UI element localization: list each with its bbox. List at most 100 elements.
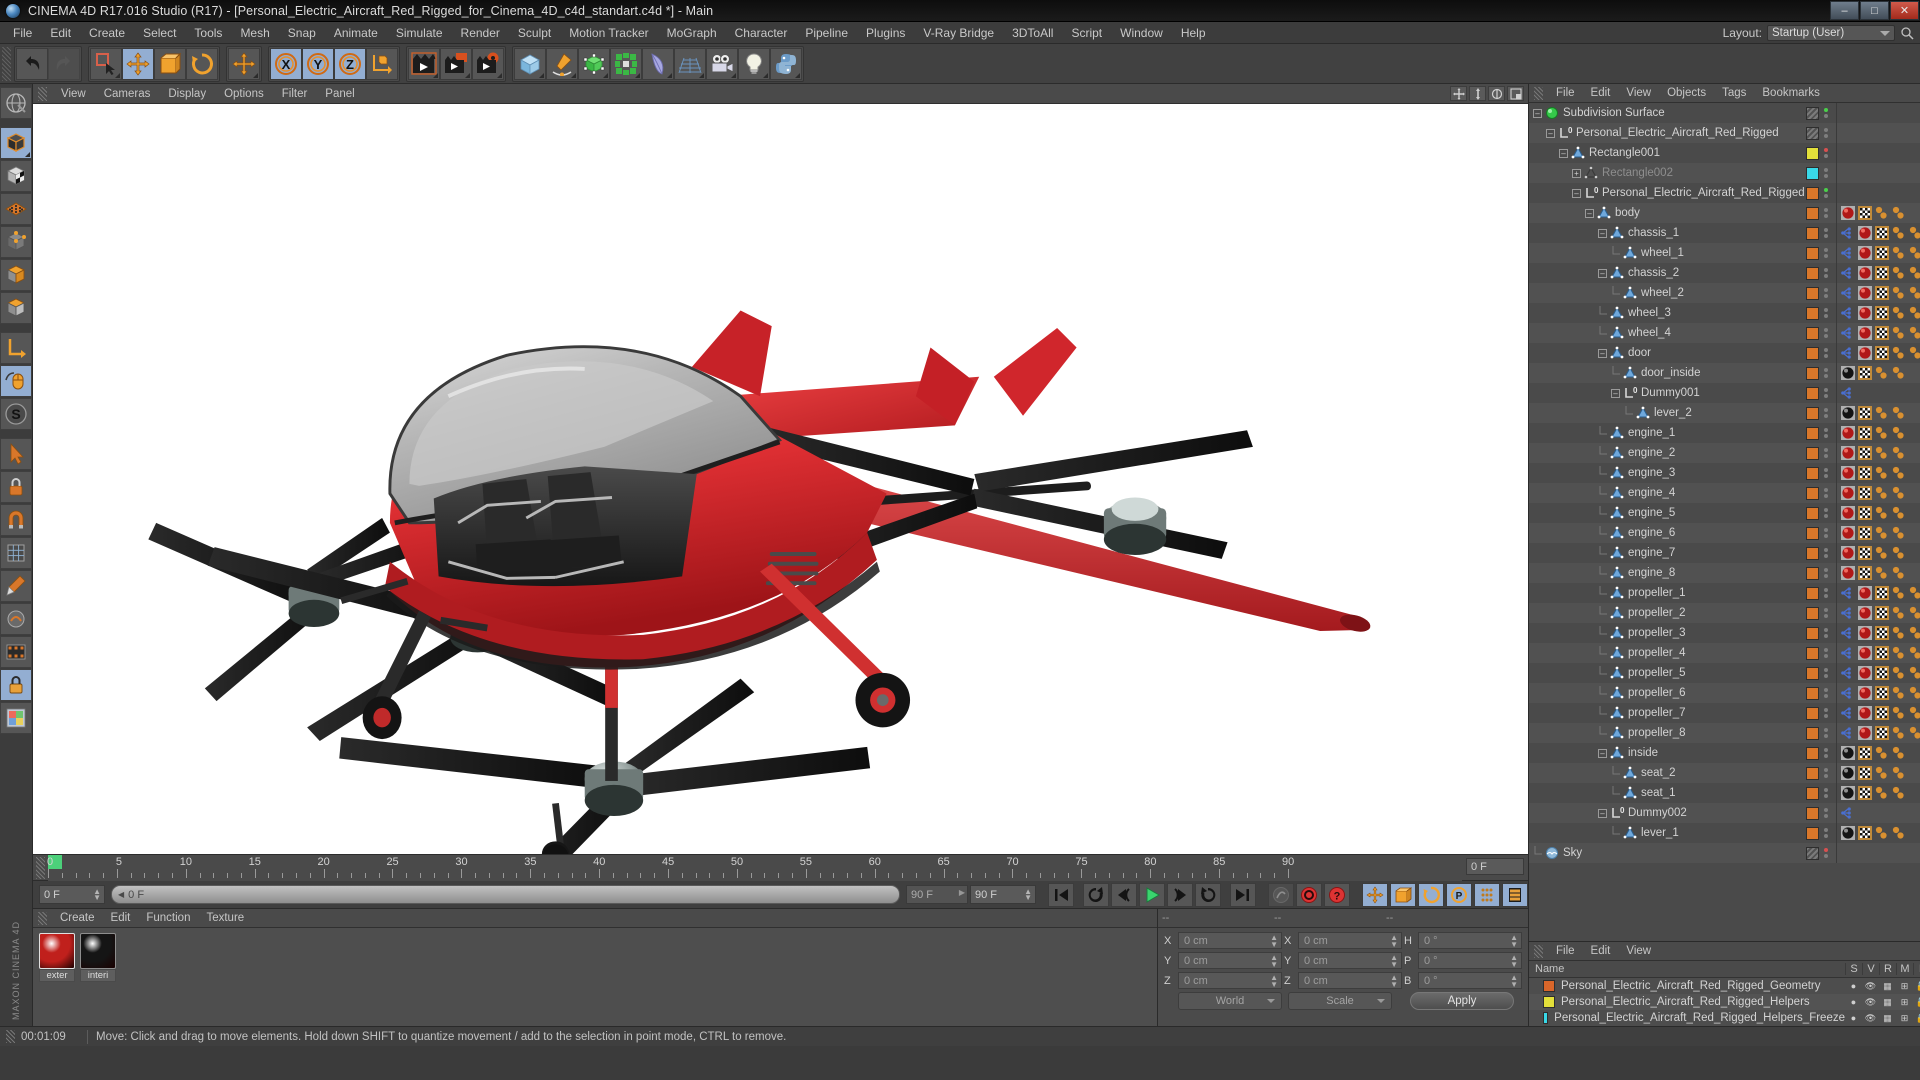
- visibility-dots[interactable]: [1824, 828, 1831, 838]
- checker-texture-tag[interactable]: [1858, 786, 1872, 800]
- red-material-tag[interactable]: [1841, 566, 1855, 580]
- spinner-icon[interactable]: ▲ ▼: [1270, 974, 1278, 989]
- menu-item-plugins[interactable]: Plugins: [857, 24, 914, 42]
- layer-color-chip[interactable]: [1806, 466, 1819, 480]
- material-list[interactable]: exter interi: [33, 928, 1157, 1026]
- phong-tag[interactable]: [1892, 566, 1906, 580]
- object-row[interactable]: engine_2: [1529, 443, 1920, 463]
- constraint-tag[interactable]: [1841, 666, 1855, 680]
- visibility-dots[interactable]: [1824, 348, 1831, 358]
- menu-item-edit[interactable]: Edit: [41, 24, 80, 42]
- layer-color-chip[interactable]: [1806, 546, 1819, 560]
- material-preview-sphere[interactable]: [39, 933, 75, 969]
- visibility-dots[interactable]: [1824, 288, 1831, 298]
- visibility-dots[interactable]: [1824, 588, 1831, 598]
- checker-texture-tag[interactable]: [1875, 606, 1889, 620]
- render-view-button[interactable]: [408, 47, 440, 80]
- collapse-icon[interactable]: –: [1611, 388, 1620, 398]
- lock-open-icon[interactable]: 🔓: [1913, 997, 1920, 1008]
- red-material-tag[interactable]: [1841, 426, 1855, 440]
- phong-tag[interactable]: [1892, 486, 1906, 500]
- layer-color-chip[interactable]: [1806, 366, 1819, 380]
- phong-tag[interactable]: [1909, 266, 1920, 280]
- spinner-icon[interactable]: ▲ ▼: [1270, 934, 1278, 949]
- viewport-solo-button[interactable]: [0, 438, 32, 470]
- object-menu-tags[interactable]: Tags: [1714, 87, 1754, 99]
- x-axis-lock-button[interactable]: X: [270, 47, 302, 80]
- red-material-tag[interactable]: [1858, 726, 1872, 740]
- size-mode-dropdown[interactable]: Scale: [1288, 992, 1392, 1010]
- phong-tag[interactable]: [1892, 786, 1906, 800]
- collapse-icon[interactable]: –: [1598, 348, 1607, 358]
- object-row[interactable]: engine_3: [1529, 463, 1920, 483]
- layer-color-chip[interactable]: [1806, 306, 1819, 320]
- constraint-tag[interactable]: [1841, 646, 1855, 660]
- undo-button[interactable]: [16, 47, 48, 80]
- layer-color-chip[interactable]: [1806, 326, 1819, 340]
- checker-texture-tag[interactable]: [1875, 346, 1889, 360]
- checker-texture-tag[interactable]: [1858, 446, 1872, 460]
- spinner-icon[interactable]: ▲ ▼: [1510, 974, 1518, 989]
- layer-column-m[interactable]: M: [1896, 963, 1913, 975]
- add-deformer-button[interactable]: [642, 47, 674, 80]
- black-material-tag[interactable]: [1841, 786, 1855, 800]
- constraint-tag[interactable]: [1841, 806, 1855, 820]
- phong-tag[interactable]: [1909, 626, 1920, 640]
- menu-item-character[interactable]: Character: [726, 24, 797, 42]
- layer-menu-view[interactable]: View: [1618, 945, 1659, 957]
- checker-texture-tag[interactable]: [1858, 406, 1872, 420]
- constraint-tag[interactable]: [1841, 326, 1855, 340]
- object-row[interactable]: – 0 Personal_Electric_Aircraft_Red_Rigged: [1529, 123, 1920, 143]
- phong-tag[interactable]: [1892, 726, 1906, 740]
- phong-tag[interactable]: [1892, 546, 1906, 560]
- constraint-tag[interactable]: [1841, 306, 1855, 320]
- layer-color-chip[interactable]: [1806, 586, 1819, 600]
- layer-menu-edit[interactable]: Edit: [1583, 945, 1619, 957]
- viewport-3d-scene[interactable]: [33, 104, 1528, 854]
- visibility-dots[interactable]: [1824, 688, 1831, 698]
- minimize-button[interactable]: –: [1830, 1, 1859, 20]
- viewport-menu-panel[interactable]: Panel: [316, 88, 363, 100]
- visibility-dots[interactable]: [1824, 508, 1831, 518]
- constraint-tag[interactable]: [1841, 246, 1855, 260]
- collapse-icon[interactable]: –: [1546, 128, 1555, 138]
- phong-tag[interactable]: [1875, 206, 1889, 220]
- texture-mode-button[interactable]: [0, 160, 32, 192]
- layer-column-r[interactable]: R: [1879, 963, 1896, 975]
- enable-snap-button[interactable]: [0, 365, 32, 397]
- visibility-dots[interactable]: [1824, 848, 1831, 858]
- red-material-tag[interactable]: [1858, 626, 1872, 640]
- layer-color-chip[interactable]: [1806, 606, 1819, 620]
- menu-item-create[interactable]: Create: [80, 24, 134, 42]
- object-row[interactable]: propeller_1: [1529, 583, 1920, 603]
- coord-field-size-x[interactable]: 0 cm ▲ ▼: [1298, 932, 1402, 949]
- red-material-tag[interactable]: [1858, 246, 1872, 260]
- layer-row[interactable]: Personal_Electric_Aircraft_Red_Rigged_He…: [1529, 994, 1920, 1010]
- constraint-tag[interactable]: [1841, 726, 1855, 740]
- redo-button[interactable]: [48, 47, 80, 80]
- visibility-dots[interactable]: [1824, 728, 1831, 738]
- phong-tag[interactable]: [1909, 246, 1920, 260]
- visibility-dots[interactable]: [1824, 548, 1831, 558]
- phong-tag[interactable]: [1875, 446, 1889, 460]
- visibility-dots[interactable]: [1824, 268, 1831, 278]
- checker-texture-tag[interactable]: [1875, 266, 1889, 280]
- layer-color-chip[interactable]: [1806, 446, 1819, 460]
- visibility-dots[interactable]: [1824, 128, 1831, 138]
- phong-tag[interactable]: [1892, 466, 1906, 480]
- visibility-dots[interactable]: [1824, 768, 1831, 778]
- material-item[interactable]: exter: [39, 933, 75, 1021]
- object-row[interactable]: door_inside: [1529, 363, 1920, 383]
- checker-texture-tag[interactable]: [1875, 726, 1889, 740]
- phong-tag[interactable]: [1892, 626, 1906, 640]
- layer-column-name[interactable]: Name: [1529, 963, 1845, 975]
- phong-tag[interactable]: [1892, 206, 1906, 220]
- previous-keyframe-button[interactable]: [1083, 882, 1109, 907]
- constraint-tag[interactable]: [1841, 266, 1855, 280]
- object-row[interactable]: Sky: [1529, 843, 1920, 863]
- render-settings-button[interactable]: [472, 47, 504, 80]
- object-row[interactable]: – body: [1529, 203, 1920, 223]
- apply-button[interactable]: Apply: [1410, 992, 1514, 1010]
- phong-tag[interactable]: [1875, 486, 1889, 500]
- checker-texture-tag[interactable]: [1858, 486, 1872, 500]
